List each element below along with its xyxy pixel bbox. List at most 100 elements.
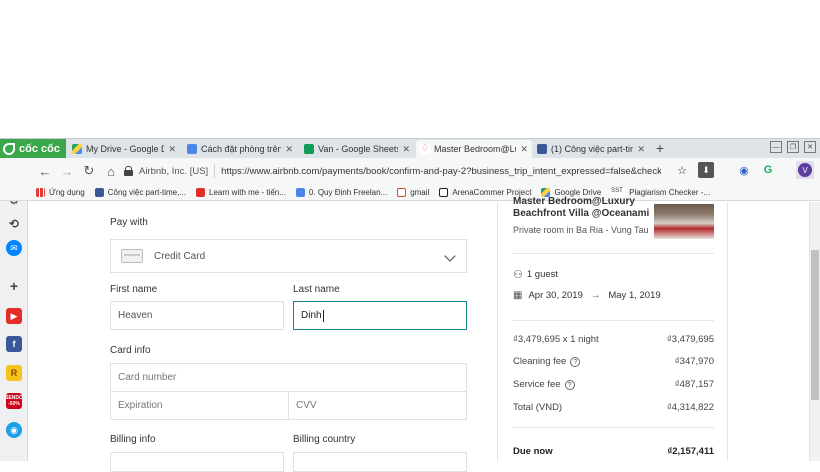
tab-google-sheets[interactable]: Van - Google Sheets ✕ bbox=[300, 140, 414, 158]
cleaning-value: ₫347,970 bbox=[674, 356, 714, 367]
address-bar[interactable]: Airbnb, Inc. [US] https://www.airbnb.com… bbox=[124, 161, 670, 181]
back-icon[interactable]: ← bbox=[34, 164, 56, 179]
google-docs-icon bbox=[295, 187, 305, 197]
close-icon[interactable]: ✕ bbox=[637, 144, 645, 155]
card-number-placeholder: Card number bbox=[118, 372, 177, 383]
listing-subtitle: Private room in Ba Ria - Vung Tau bbox=[513, 225, 649, 235]
tab-google-drive[interactable]: My Drive - Google Drive ✕ bbox=[68, 140, 180, 158]
listing-title-line2: Beachfront Villa @Oceanami bbox=[513, 208, 650, 219]
bookmarks-bar: Ứng dụng Công việc part-time,... Learn w… bbox=[0, 184, 820, 201]
close-window-icon[interactable]: ✕ bbox=[804, 141, 816, 153]
card-number-field[interactable]: Card number bbox=[110, 363, 467, 392]
divider bbox=[513, 253, 714, 254]
download-video-icon[interactable]: ⬇ bbox=[698, 162, 714, 178]
close-icon[interactable]: ✕ bbox=[402, 144, 410, 155]
cvv-placeholder: CVV bbox=[296, 400, 317, 411]
toolbar-icons: ☆ ⬇ ◉ G V ⤓ bbox=[674, 161, 820, 179]
facebook-icon[interactable]: f bbox=[6, 336, 22, 352]
guests-value: 1 guest bbox=[526, 269, 559, 280]
coccoc-music-icon[interactable]: ◉ bbox=[6, 422, 22, 438]
calendar-icon: ▦ bbox=[513, 290, 523, 301]
bookmark-star-icon[interactable]: ☆ bbox=[674, 162, 690, 178]
total-row: Total (VND) ₫4,314,822 bbox=[513, 402, 714, 413]
reload-icon[interactable]: ↻ bbox=[78, 163, 100, 179]
bookmark-youtube[interactable]: Learn with me - tiến... bbox=[196, 187, 286, 197]
first-name-field[interactable]: Heaven bbox=[110, 301, 284, 330]
coccoc-leaf-icon bbox=[3, 142, 15, 155]
youtube-icon bbox=[196, 187, 205, 197]
listing-title-line1: Master Bedroom@Luxury bbox=[513, 196, 635, 207]
minimize-icon[interactable]: — bbox=[770, 141, 782, 153]
billing-country-label: Billing country bbox=[293, 434, 356, 445]
browser-sidebar: ⚙ ⟲ ✉ + ▶ f R SENDO -50% ◉ bbox=[0, 158, 28, 461]
url-text[interactable]: https://www.airbnb.com/payments/book/con… bbox=[221, 166, 661, 177]
extension-icon[interactable]: ◉ bbox=[736, 162, 752, 178]
divider bbox=[214, 164, 216, 178]
restore-icon[interactable]: ❐ bbox=[787, 141, 799, 153]
checkin-date: Apr 30, 2019 bbox=[528, 290, 583, 301]
avatar: V bbox=[798, 163, 812, 177]
bookmark-label: Plagiarism Checker -... bbox=[629, 187, 711, 197]
payment-method-select[interactable]: Credit Card bbox=[110, 239, 467, 273]
checkout-page: Pay with Credit Card First name Heaven L… bbox=[29, 196, 809, 472]
forward-icon[interactable]: → bbox=[56, 164, 78, 179]
bookmark-apps[interactable]: Ứng dụng bbox=[36, 187, 85, 197]
close-icon[interactable]: ✕ bbox=[285, 144, 293, 155]
nightly-label: ₫3,479,695 x 1 night bbox=[513, 334, 599, 345]
brand-label: cốc cốc bbox=[19, 142, 60, 155]
messenger-icon[interactable]: ✉ bbox=[6, 240, 22, 256]
notion-icon bbox=[439, 187, 449, 197]
tab-strip: cốc cốc My Drive - Google Drive ✕ Cách đ… bbox=[0, 138, 820, 158]
cvv-field[interactable]: CVV bbox=[288, 391, 467, 420]
profile-button[interactable]: V bbox=[796, 161, 814, 179]
bookmark-label: 0. Quy Định Freelan... bbox=[308, 187, 388, 197]
service-label: Service fee bbox=[513, 379, 561, 390]
close-icon[interactable]: ✕ bbox=[168, 144, 176, 155]
nightly-value: ₫3,479,695 bbox=[666, 334, 714, 345]
rakuten-icon[interactable]: R bbox=[6, 365, 22, 381]
billing-country-field[interactable] bbox=[293, 452, 467, 472]
help-icon[interactable]: ? bbox=[570, 357, 581, 367]
dates-row: ▦ Apr 30, 2019 → May 1, 2019 bbox=[513, 290, 661, 301]
due-now-value: ₫2,157,411 bbox=[667, 446, 714, 457]
listing-photo bbox=[654, 204, 714, 239]
expiration-placeholder: Expiration bbox=[118, 400, 163, 411]
tab-title: Master Bedroom@Luxury bbox=[434, 144, 516, 154]
chevron-down-icon bbox=[444, 250, 456, 262]
scrollbar-thumb[interactable] bbox=[811, 250, 819, 400]
site-identity[interactable]: Airbnb, Inc. [US] bbox=[139, 166, 208, 177]
text-caret bbox=[322, 309, 324, 322]
address-toolbar: ← → ↻ ⌂ Airbnb, Inc. [US] https://www.ai… bbox=[0, 158, 820, 184]
lock-icon bbox=[124, 166, 133, 176]
tab-facebook[interactable]: (1) Công việc part-time, c ✕ bbox=[533, 140, 649, 158]
grammarly-icon[interactable]: G bbox=[760, 162, 776, 178]
tab-title: (1) Công việc part-time, c bbox=[551, 144, 633, 154]
youtube-icon[interactable]: ▶ bbox=[6, 308, 22, 324]
window-controls: — ❐ ✕ bbox=[770, 141, 816, 153]
new-tab-button[interactable]: + bbox=[653, 140, 667, 156]
help-icon[interactable]: ? bbox=[564, 380, 575, 390]
bookmark-facebook[interactable]: Công việc part-time,... bbox=[94, 187, 186, 197]
last-name-label: Last name bbox=[293, 284, 340, 295]
home-icon[interactable]: ⌂ bbox=[100, 164, 122, 179]
billing-info-field[interactable] bbox=[110, 452, 284, 472]
sendo-icon[interactable]: SENDO -50% bbox=[5, 393, 23, 409]
tab-airbnb[interactable]: ♢ Master Bedroom@Luxury ✕ bbox=[416, 140, 532, 158]
divider bbox=[513, 427, 714, 428]
apps-icon bbox=[36, 187, 45, 197]
expiration-field[interactable]: Expiration bbox=[110, 391, 289, 420]
divider bbox=[497, 202, 498, 461]
close-icon[interactable]: ✕ bbox=[520, 144, 528, 155]
history-icon[interactable]: ⟲ bbox=[6, 216, 22, 232]
coccoc-logo[interactable]: cốc cốc bbox=[0, 139, 66, 158]
tab-title: Van - Google Sheets bbox=[318, 144, 399, 154]
service-value: ₫487,157 bbox=[674, 379, 714, 390]
tab-google-docs[interactable]: Cách đặt phòng trên Airbn ✕ bbox=[183, 140, 297, 158]
add-icon[interactable]: + bbox=[6, 278, 22, 294]
facebook-icon bbox=[537, 144, 547, 154]
last-name-field[interactable]: Dinh bbox=[293, 301, 467, 330]
bookmark-docs[interactable]: 0. Quy Định Freelan... bbox=[295, 187, 388, 197]
arrow-right-icon: → bbox=[590, 290, 601, 301]
total-value: ₫4,314,822 bbox=[666, 402, 714, 413]
bookmark-gmail[interactable]: gmail bbox=[397, 187, 429, 197]
